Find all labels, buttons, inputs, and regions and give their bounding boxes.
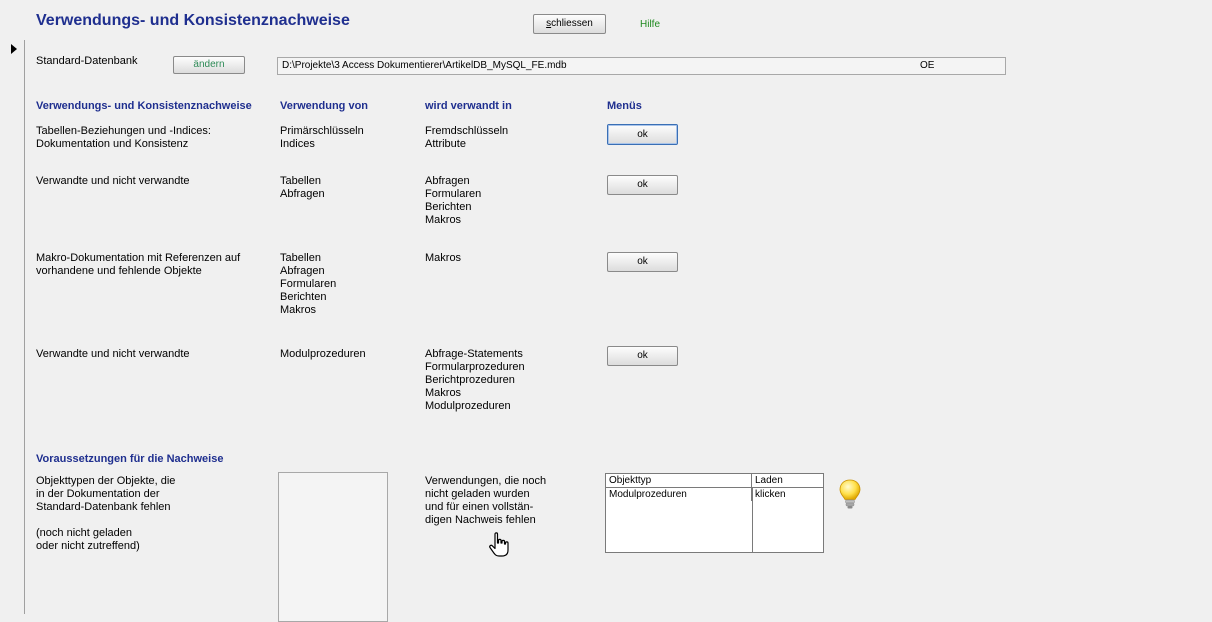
database-path: D:\Projekte\3 Access Dokumentierer\Artik…	[282, 60, 567, 71]
row-1-ok-button[interactable]: ok	[607, 124, 678, 145]
row-2-used-in: Abfragen Formularen Berichten Makros	[425, 175, 482, 226]
row-2-description: Verwandte und nicht verwandte	[36, 175, 190, 187]
grid-cell-load[interactable]: klicken	[752, 488, 823, 501]
row-2-ok-button[interactable]: ok	[607, 175, 678, 195]
grid-column-divider	[752, 487, 753, 552]
row-4-ok-button[interactable]: ok	[607, 346, 678, 366]
prereq-description: Objekttypen der Objekte, die in der Dokum…	[36, 475, 176, 552]
row-4-uses: Modulprozeduren	[280, 348, 366, 360]
database-suffix: OE	[920, 60, 935, 71]
grid-header-objecttype: Objekttyp	[606, 474, 752, 487]
row-3-ok-button[interactable]: ok	[607, 252, 678, 272]
prereq-title: Voraussetzungen für die Nachweise	[36, 453, 224, 465]
database-path-field[interactable]: D:\Projekte\3 Access Dokumentierer\Artik…	[277, 57, 1006, 75]
row-3-uses: Tabellen Abfragen Formularen Berichten Mak…	[280, 252, 337, 316]
grid-header-row: Objekttyp Laden	[606, 474, 823, 488]
grid-cell-objecttype: Modulprozeduren	[606, 488, 752, 501]
column-header-menus: Menüs	[607, 100, 642, 112]
object-type-grid[interactable]: Objekttyp Laden Modulprozeduren klicken	[605, 473, 824, 553]
database-label: Standard-Datenbank	[36, 55, 138, 67]
column-header-used-in: wird verwandt in	[425, 100, 512, 112]
row-3-used-in: Makros	[425, 252, 462, 264]
record-selector[interactable]	[8, 40, 25, 614]
grid-row[interactable]: Modulprozeduren klicken	[606, 488, 823, 501]
column-header-uses: Verwendung von	[280, 100, 369, 112]
column-header-checks: Verwendungs- und Konsistenznachweise	[36, 100, 252, 112]
row-1-description: Tabellen-Beziehungen und -Indices: Dokume…	[36, 125, 211, 150]
row-1-used-in: Fremdschlüsseln Attribute	[425, 125, 509, 150]
missing-object-types-list[interactable]	[278, 472, 388, 622]
row-1-uses: Primärschlüsseln Indices	[280, 125, 364, 150]
help-link[interactable]: Hilfe	[640, 19, 660, 30]
record-arrow-icon	[11, 44, 17, 54]
row-4-used-in: Abfrage-Statements Formularprozeduren Ber…	[425, 348, 525, 412]
close-button[interactable]: schliessen	[533, 14, 606, 34]
missing-uses-text: Verwendungen, die noch nicht geladen wurd…	[425, 475, 547, 526]
hand-cursor-icon	[489, 532, 509, 557]
row-3-description: Makro-Dokumentation mit Referenzen auf vo…	[36, 252, 241, 277]
form-title: Verwendungs- und Konsistenznachweise	[36, 12, 350, 29]
lightbulb-icon[interactable]	[838, 478, 862, 512]
row-4-description: Verwandte und nicht verwandte	[36, 348, 190, 360]
change-database-button[interactable]: ändern	[173, 56, 245, 74]
grid-header-load: Laden	[755, 475, 783, 486]
row-2-uses: Tabellen Abfragen	[280, 175, 325, 200]
close-label-rest: chliessen	[551, 18, 593, 29]
